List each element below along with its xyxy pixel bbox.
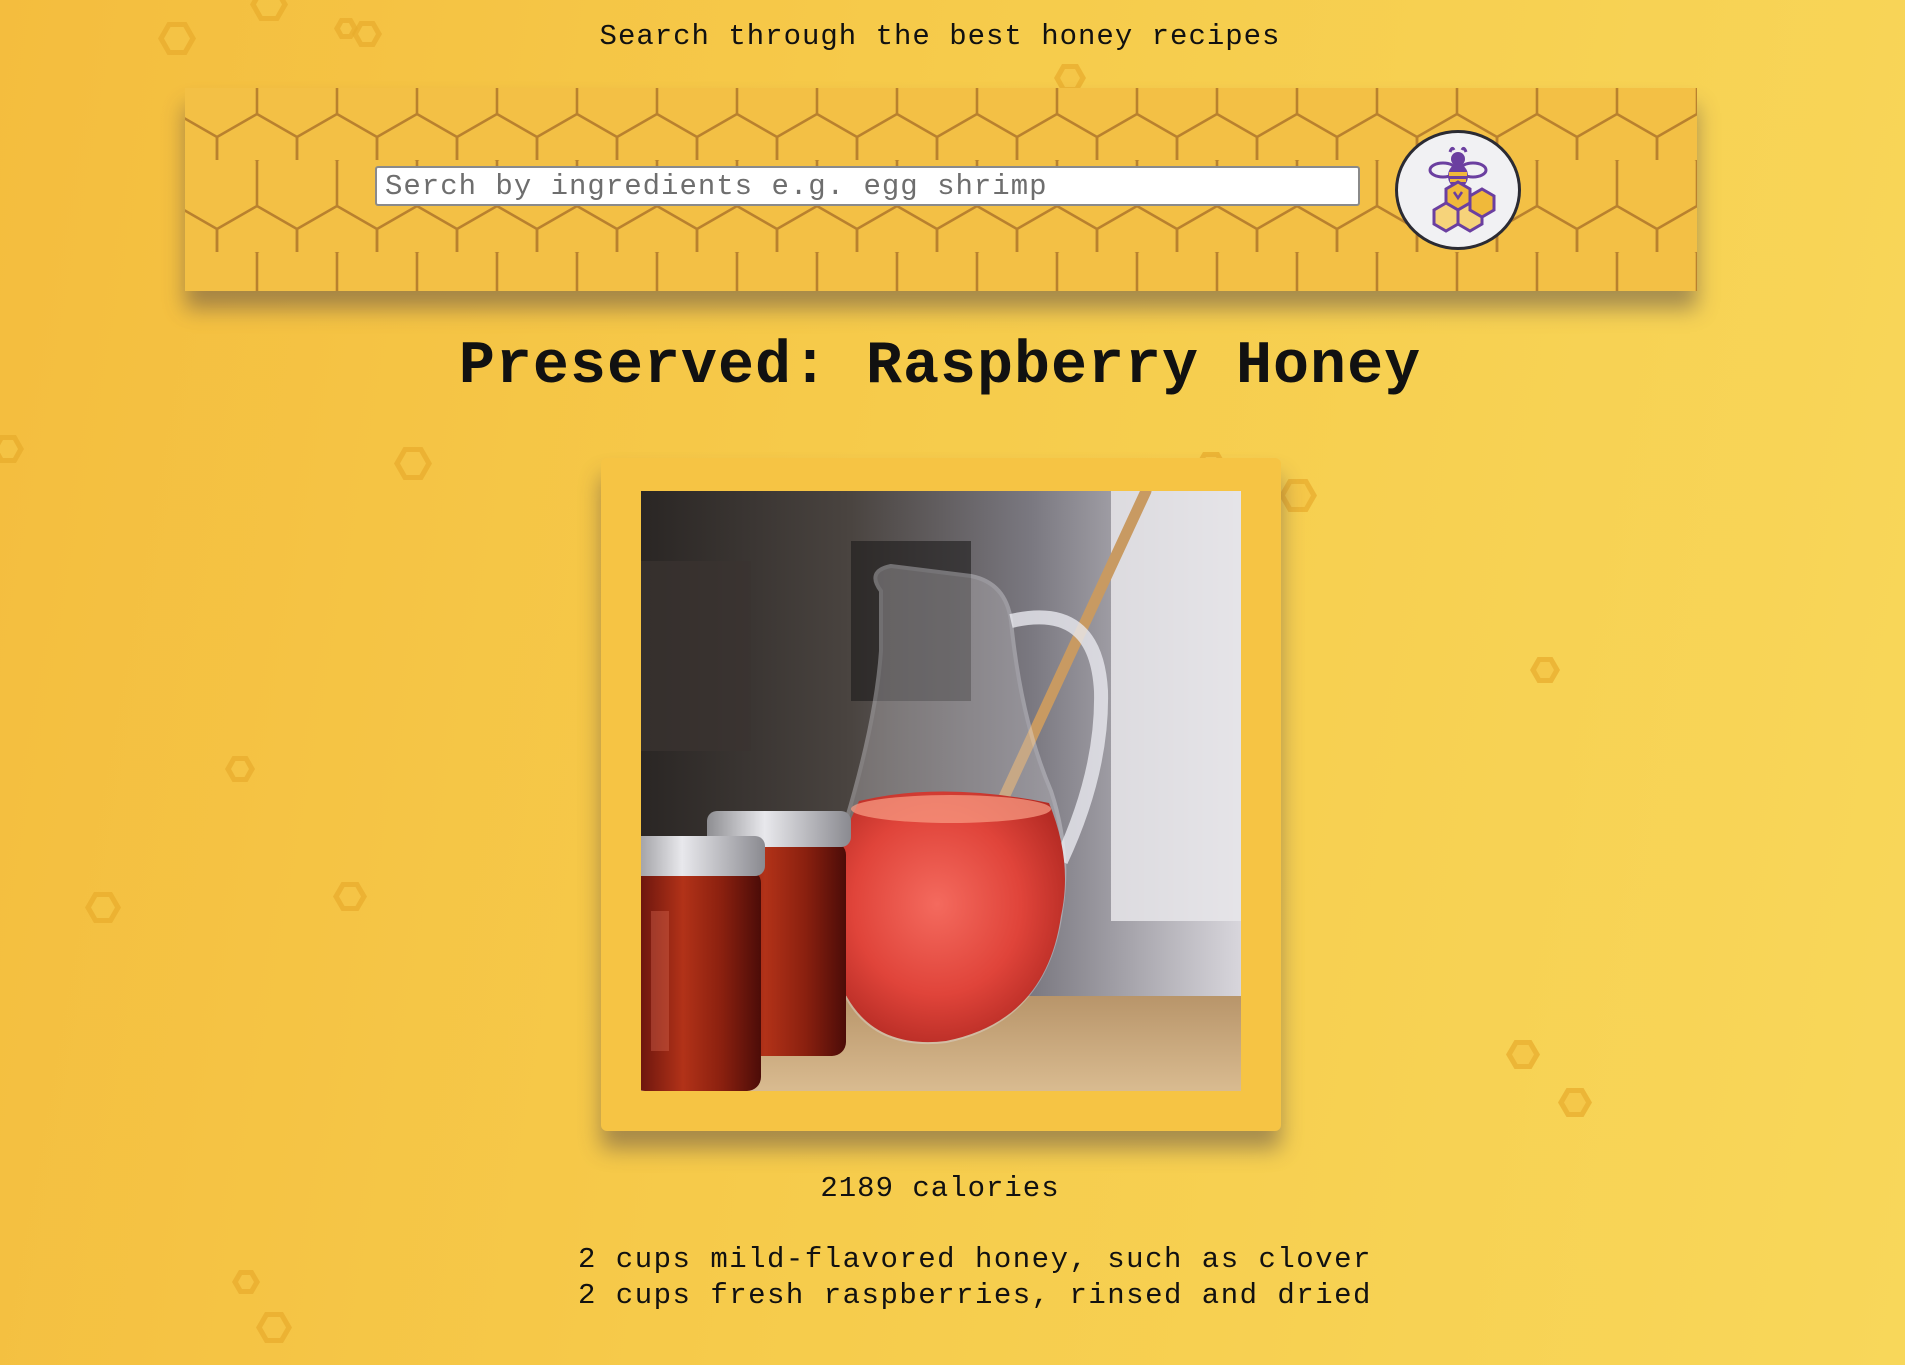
ingredient-item: 2 cups fresh raspberries, rinsed and dri… xyxy=(578,1279,1372,1312)
background-hexagon xyxy=(225,756,255,782)
bee-logo-button[interactable] xyxy=(1395,130,1521,250)
background-hexagon xyxy=(394,447,432,480)
recipe-image-card xyxy=(601,458,1281,1131)
ingredient-list: 2 cups mild-flavored honey, such as clov… xyxy=(578,1242,1372,1314)
page-tagline: Search through the best honey recipes xyxy=(599,20,1281,53)
background-hexagon xyxy=(1506,1040,1540,1069)
search-banner xyxy=(185,88,1697,291)
background-hexagon xyxy=(85,892,121,923)
background-hexagon xyxy=(232,1270,260,1294)
recipe-title: Preserved: Raspberry Honey xyxy=(458,333,1422,401)
background-hexagon xyxy=(1279,479,1317,512)
background-hexagon xyxy=(0,435,24,463)
recipe-photo xyxy=(641,491,1241,1091)
background-hexagon xyxy=(256,1312,292,1343)
bee-honeycomb-icon xyxy=(1428,146,1496,233)
background-hexagon xyxy=(1558,1088,1592,1117)
raspberry-honey-photo xyxy=(641,491,1241,1091)
background-hexagon xyxy=(250,0,288,21)
recipe-calories: 2189 calories xyxy=(820,1172,1060,1205)
background-hexagon xyxy=(333,882,367,911)
ingredient-search-input[interactable] xyxy=(375,166,1360,206)
background-hexagon xyxy=(1530,657,1560,683)
ingredient-item: 2 cups mild-flavored honey, such as clov… xyxy=(578,1243,1372,1276)
